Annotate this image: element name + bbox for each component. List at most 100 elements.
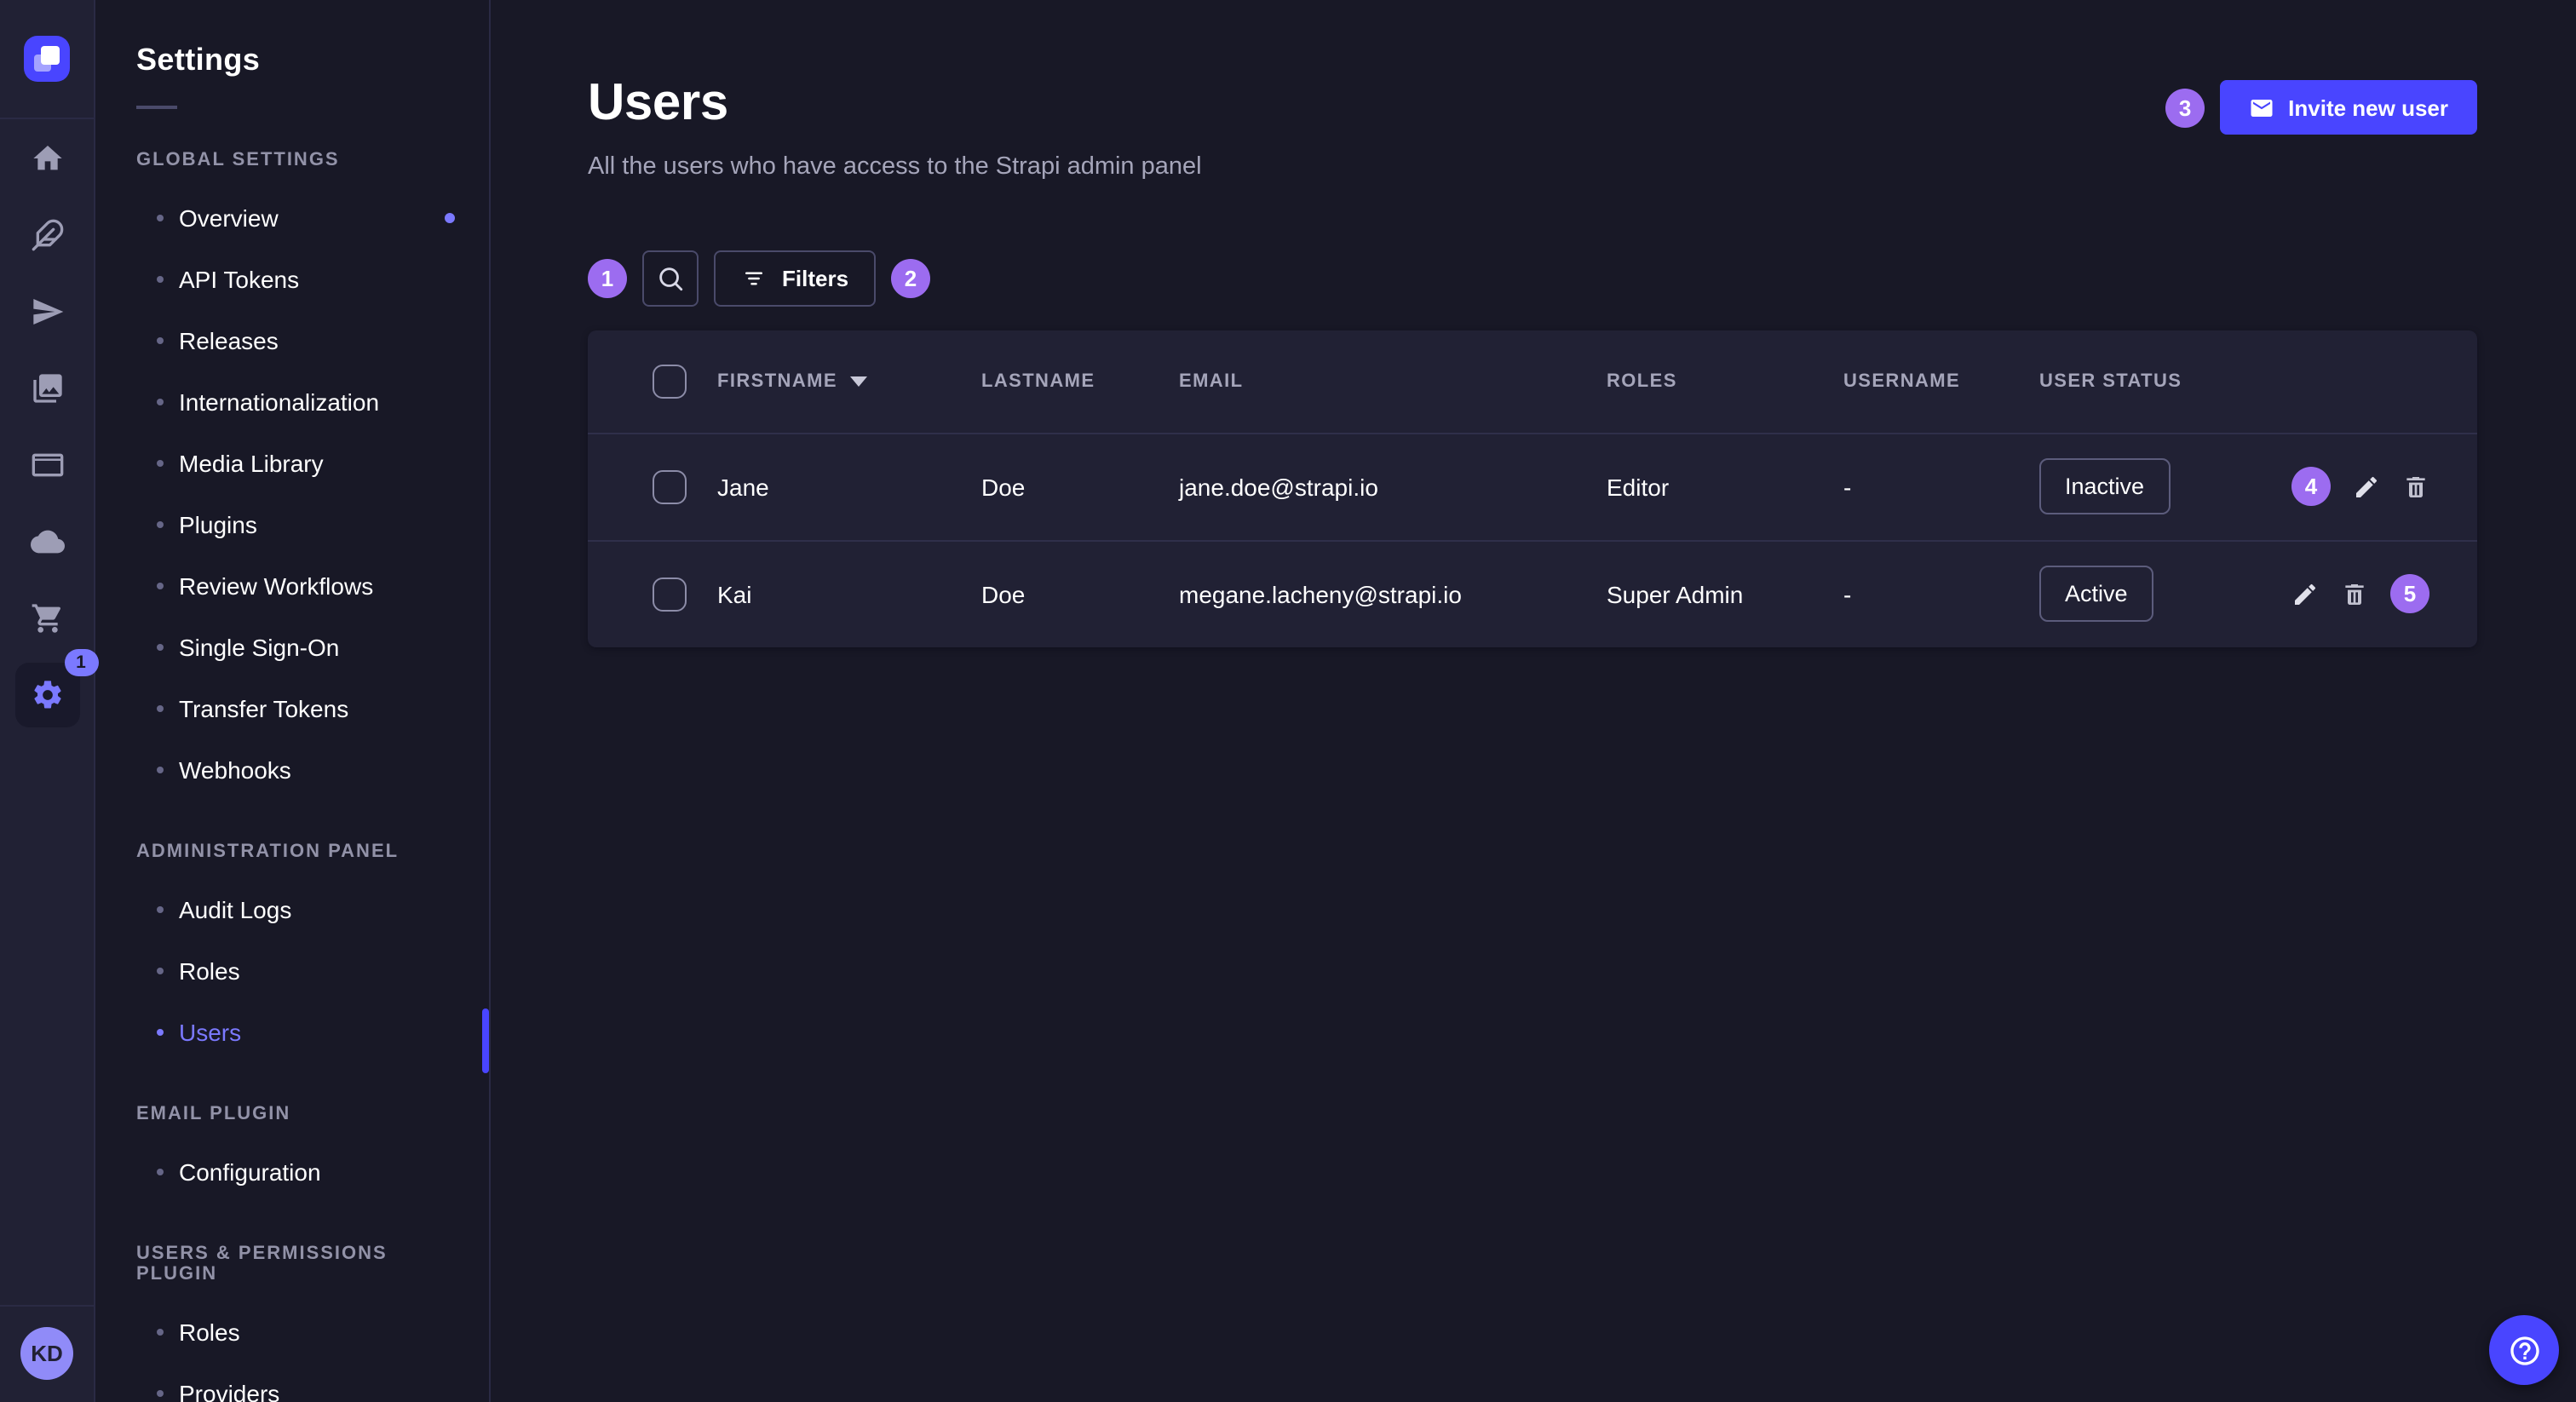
main-nav-rail: 1 KD	[0, 0, 95, 1402]
envelope-icon	[2249, 95, 2274, 120]
bullet-icon	[157, 460, 164, 467]
page-subtitle: All the users who have access to the Str…	[588, 153, 1202, 181]
sidebar-item-users[interactable]: Users	[95, 1002, 489, 1063]
nav-settings-button[interactable]: 1	[0, 656, 95, 733]
invite-new-user-label: Invite new user	[2288, 95, 2448, 120]
sidebar-item-overview[interactable]: Overview	[95, 187, 489, 249]
strapi-logo[interactable]	[24, 36, 70, 82]
cell-email: megane.lacheny@strapi.io	[1179, 540, 1607, 647]
sidebar-item-label: Single Sign-On	[179, 634, 339, 661]
page-title: Users	[588, 78, 1202, 129]
sidebar-item-review-workflows[interactable]: Review Workflows	[95, 555, 489, 617]
sidebar-item-label: Review Workflows	[179, 572, 373, 600]
bullet-icon	[157, 1169, 164, 1175]
delete-user-button[interactable]	[2402, 473, 2429, 500]
nav-home-button[interactable]	[0, 119, 95, 196]
annotation-badge-2: 2	[891, 259, 930, 298]
nav-deployments-button[interactable]	[0, 503, 95, 579]
invite-new-user-button[interactable]: Invite new user	[2220, 80, 2477, 135]
section-users-permissions-plugin: USERS & PERMISSIONS PLUGIN Roles Provide…	[95, 1244, 489, 1402]
row-checkbox[interactable]	[653, 577, 687, 612]
users-page: Users All the users who have access to t…	[491, 0, 2576, 1402]
help-icon	[2507, 1333, 2541, 1367]
select-all-checkbox[interactable]	[653, 365, 687, 399]
user-avatar[interactable]: KD	[20, 1327, 73, 1380]
subnav-divider	[136, 106, 177, 109]
row-checkbox[interactable]	[653, 469, 687, 503]
pencil-icon	[2353, 473, 2380, 500]
pencil-icon	[2291, 581, 2319, 608]
section-email-plugin: EMAIL PLUGIN Configuration	[95, 1104, 489, 1203]
trash-icon	[2341, 581, 2368, 608]
nav-content-manager-button[interactable]	[0, 196, 95, 273]
sidebar-item-label: Releases	[179, 327, 279, 354]
sidebar-item-audit-logs[interactable]: Audit Logs	[95, 879, 489, 940]
strapi-logo-mark-shadow	[34, 55, 51, 72]
edit-user-button[interactable]	[2291, 581, 2319, 608]
subnav-scrollbar[interactable]	[482, 1008, 489, 1073]
feather-icon	[30, 217, 64, 251]
nav-marketplace-button[interactable]	[0, 579, 95, 656]
edit-user-button[interactable]	[2353, 473, 2380, 500]
annotation-badge-4: 4	[2291, 467, 2331, 506]
nav-releases-button[interactable]	[0, 273, 95, 349]
sidebar-item-releases[interactable]: Releases	[95, 310, 489, 371]
sidebar-item-label: Configuration	[179, 1158, 321, 1186]
bullet-icon	[157, 276, 164, 283]
column-header-email: EMAIL	[1179, 330, 1607, 433]
sidebar-item-up-roles[interactable]: Roles	[95, 1301, 489, 1363]
search-button[interactable]	[642, 250, 699, 307]
trash-icon	[2402, 473, 2429, 500]
logo-container	[0, 0, 94, 119]
annotation-badge-3: 3	[2165, 88, 2205, 127]
sidebar-item-plugins[interactable]: Plugins	[95, 494, 489, 555]
settings-notification-badge: 1	[64, 648, 98, 675]
filters-button[interactable]: Filters	[714, 250, 876, 307]
sidebar-item-label: API Tokens	[179, 266, 299, 293]
rail-bottom: KD	[0, 1305, 94, 1402]
table-row[interactable]: Jane Doe jane.doe@strapi.io Editor - Ina…	[588, 433, 2477, 540]
nav-content-type-builder-button[interactable]	[0, 426, 95, 503]
nav-media-library-button[interactable]	[0, 349, 95, 426]
column-header-roles: ROLES	[1607, 330, 1843, 433]
sidebar-item-media-library[interactable]: Media Library	[95, 433, 489, 494]
section-administration-panel: ADMINISTRATION PANEL Audit Logs Roles Us…	[95, 842, 489, 1063]
sidebar-item-label: Roles	[179, 957, 240, 985]
sidebar-item-admin-roles[interactable]: Roles	[95, 940, 489, 1002]
sidebar-item-transfer-tokens[interactable]: Transfer Tokens	[95, 678, 489, 739]
section-label: EMAIL PLUGIN	[95, 1104, 489, 1124]
sidebar-item-email-configuration[interactable]: Configuration	[95, 1141, 489, 1203]
sidebar-item-single-sign-on[interactable]: Single Sign-On	[95, 617, 489, 678]
sidebar-item-label: Webhooks	[179, 756, 291, 784]
sidebar-item-label: Audit Logs	[179, 896, 291, 923]
sidebar-item-api-tokens[interactable]: API Tokens	[95, 249, 489, 310]
media-library-icon	[30, 371, 64, 405]
table-toolbar: 1 Filters 2	[588, 250, 2477, 307]
notification-dot	[445, 213, 455, 223]
section-global-settings: GLOBAL SETTINGS Overview API Tokens Rele…	[95, 150, 489, 801]
search-icon	[656, 264, 685, 293]
sidebar-item-label: Providers	[179, 1380, 279, 1402]
help-button[interactable]	[2489, 1315, 2559, 1385]
cell-email: jane.doe@strapi.io	[1179, 433, 1607, 540]
delete-user-button[interactable]	[2341, 581, 2368, 608]
users-table-card: FIRSTNAME LASTNAME EMAIL ROLES USERNAME …	[588, 330, 2477, 647]
section-label: USERS & PERMISSIONS PLUGIN	[95, 1244, 489, 1284]
sidebar-item-webhooks[interactable]: Webhooks	[95, 739, 489, 801]
table-row[interactable]: Kai Doe megane.lacheny@strapi.io Super A…	[588, 540, 2477, 647]
cell-firstname: Kai	[717, 540, 981, 647]
sidebar-item-internationalization[interactable]: Internationalization	[95, 371, 489, 433]
table-header-row: FIRSTNAME LASTNAME EMAIL ROLES USERNAME …	[588, 330, 2477, 433]
sidebar-item-up-providers[interactable]: Providers	[95, 1363, 489, 1402]
strapi-admin-app: 1 KD Settings GLOBAL SETTINGS Overview A…	[0, 0, 2576, 1402]
sidebar-item-label: Users	[179, 1019, 241, 1046]
bullet-icon	[157, 705, 164, 712]
bullet-icon	[157, 767, 164, 773]
sort-by-firstname[interactable]: FIRSTNAME	[717, 371, 868, 392]
cloud-icon	[30, 524, 64, 558]
gear-icon	[30, 677, 64, 711]
settings-subnav: Settings GLOBAL SETTINGS Overview API To…	[95, 0, 491, 1402]
bullet-icon	[157, 337, 164, 344]
users-table: FIRSTNAME LASTNAME EMAIL ROLES USERNAME …	[588, 330, 2477, 647]
cell-username: -	[1843, 433, 2039, 540]
